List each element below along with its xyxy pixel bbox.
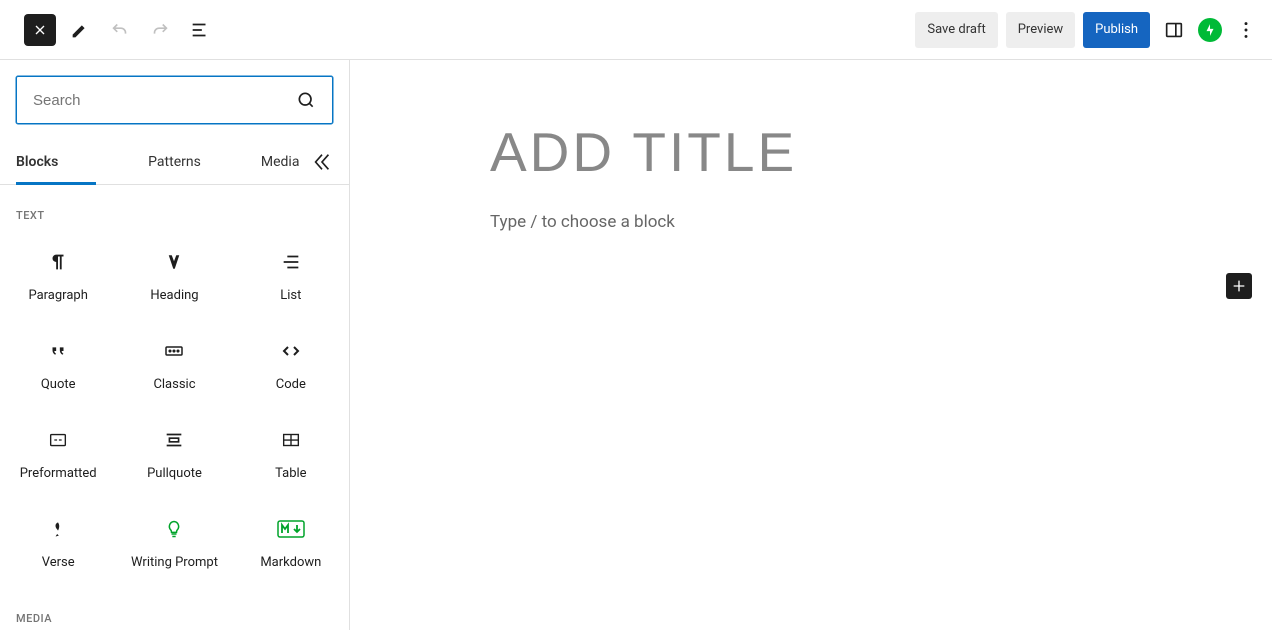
chevron-double-icon: [311, 151, 333, 173]
inserter-tabs: Blocks Patterns Media: [0, 140, 349, 185]
search-input[interactable]: [33, 92, 296, 109]
edit-tools-button[interactable]: [64, 14, 96, 46]
close-inserter-button[interactable]: [24, 14, 56, 46]
document-overview-button[interactable]: [184, 14, 216, 46]
post-editor-canvas[interactable]: Add title Type / to choose a block: [350, 60, 1272, 630]
pencil-icon: [69, 19, 91, 41]
block-label: Markdown: [260, 555, 321, 570]
settings-sidebar-button[interactable]: [1158, 14, 1190, 46]
heading-icon: [165, 253, 183, 271]
redo-icon: [149, 19, 171, 41]
tab-patterns[interactable]: Patterns: [122, 140, 228, 184]
block-list[interactable]: List: [233, 232, 349, 321]
block-markdown[interactable]: Markdown: [233, 499, 349, 588]
close-icon: [32, 22, 48, 38]
pullquote-icon: [163, 429, 185, 451]
block-label: Preformatted: [20, 466, 97, 481]
paragraph-icon: [47, 251, 69, 273]
section-media-title: MEDIA: [0, 588, 349, 630]
block-label: Quote: [41, 377, 76, 392]
block-pullquote[interactable]: Pullquote: [116, 410, 232, 499]
preview-button[interactable]: Preview: [1006, 12, 1075, 48]
search-icon: [296, 90, 316, 110]
post-title-input[interactable]: Add title: [490, 120, 1272, 184]
quote-icon: [47, 340, 69, 362]
block-label: Paragraph: [28, 288, 87, 303]
options-button[interactable]: [1230, 14, 1262, 46]
block-quote[interactable]: Quote: [0, 321, 116, 410]
block-label: Writing Prompt: [131, 555, 218, 570]
classic-icon: [162, 339, 186, 363]
block-label: Verse: [42, 555, 75, 570]
redo-button[interactable]: [144, 14, 176, 46]
block-inserter-panel: Blocks Patterns Media TEXT Paragraph Hea…: [0, 60, 350, 630]
top-toolbar: Save draft Preview Publish: [0, 0, 1272, 60]
jetpack-button[interactable]: [1198, 18, 1222, 42]
block-verse[interactable]: Verse: [0, 499, 116, 588]
search-wrap: [0, 60, 349, 140]
block-heading[interactable]: Heading: [116, 232, 232, 321]
post-content-input[interactable]: Type / to choose a block: [490, 212, 1272, 232]
toolbar-left: [24, 14, 216, 46]
dots-vertical-icon: [1235, 19, 1257, 41]
publish-button[interactable]: Publish: [1083, 12, 1150, 48]
undo-button[interactable]: [104, 14, 136, 46]
list-view-icon: [189, 19, 211, 41]
list-icon: [280, 251, 302, 273]
lightbulb-icon: [164, 519, 184, 539]
preformatted-icon: [47, 429, 69, 451]
block-classic[interactable]: Classic: [116, 321, 232, 410]
section-text-title: TEXT: [0, 185, 349, 232]
block-preformatted[interactable]: Preformatted: [0, 410, 116, 499]
verse-icon: [48, 519, 68, 539]
sidebar-icon: [1163, 19, 1185, 41]
table-icon: [280, 429, 302, 451]
add-block-button[interactable]: [1226, 273, 1252, 299]
text-block-grid: Paragraph Heading List Quote Classic Cod…: [0, 232, 349, 588]
block-paragraph[interactable]: Paragraph: [0, 232, 116, 321]
block-writing-prompt[interactable]: Writing Prompt: [116, 499, 232, 588]
block-label: Classic: [153, 377, 195, 392]
search-box[interactable]: [16, 76, 333, 124]
block-label: Heading: [150, 288, 198, 303]
editor-body: Blocks Patterns Media TEXT Paragraph Hea…: [0, 60, 1272, 630]
block-code[interactable]: Code: [233, 321, 349, 410]
code-icon: [279, 339, 303, 363]
plus-icon: [1231, 278, 1247, 294]
block-table[interactable]: Table: [233, 410, 349, 499]
collapse-tabs-button[interactable]: [311, 151, 333, 173]
save-draft-button[interactable]: Save draft: [915, 12, 997, 48]
block-label: Code: [276, 377, 306, 392]
toolbar-right: Save draft Preview Publish: [915, 12, 1262, 48]
block-label: Pullquote: [147, 466, 202, 481]
block-label: List: [280, 288, 301, 303]
undo-icon: [109, 19, 131, 41]
block-label: Table: [275, 466, 306, 481]
jetpack-icon: [1203, 23, 1217, 37]
markdown-icon: [277, 520, 305, 538]
tab-blocks[interactable]: Blocks: [16, 140, 122, 184]
